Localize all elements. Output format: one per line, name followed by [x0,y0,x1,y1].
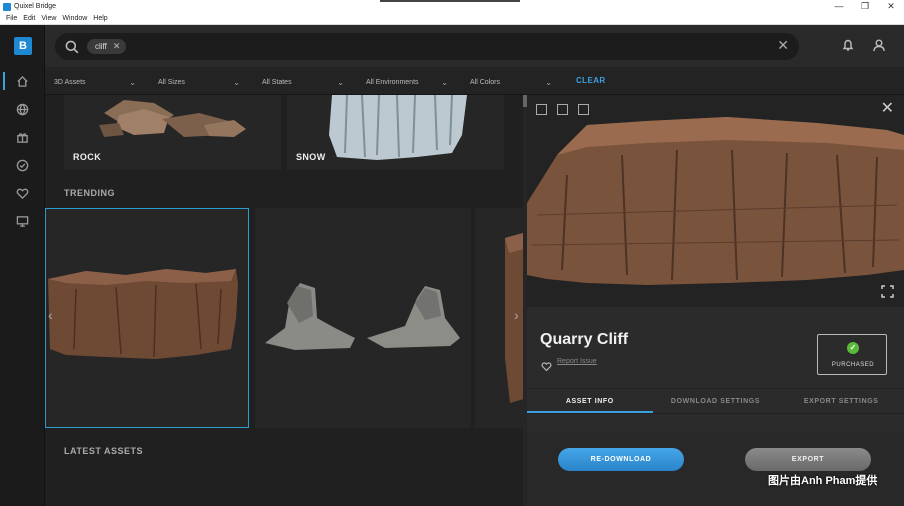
purchased-label: PURCHASED [831,362,875,368]
check-circle-icon [16,159,29,171]
chevron-down-icon: ⌄ [545,77,552,87]
redownload-button[interactable]: RE-DOWNLOAD [558,448,684,471]
menu-edit[interactable]: Edit [23,15,35,22]
asset-details-panel: ✕ Quarry Cliff Report Issue ✓ PURCHASED … [527,95,904,506]
filter-environments[interactable]: All Environments ⌄ [366,76,448,88]
category-label-rock: ROCK [73,152,102,162]
filter-asset-type-label: 3D Assets [54,78,86,86]
category-card-snow[interactable]: SNOW [287,95,504,170]
carousel-right-arrow-icon[interactable]: › [514,307,519,323]
filter-sizes-label: All Sizes [158,78,185,86]
trending-card-partial[interactable] [475,208,527,428]
search-icon [65,40,79,59]
nav-free[interactable] [0,126,45,148]
trending-card-quarry-cliff[interactable] [45,208,249,428]
report-issue-link[interactable]: Report Issue [557,358,597,365]
menu-file[interactable]: File [6,15,17,22]
filter-colors[interactable]: All Colors ⌄ [470,76,552,88]
bridge-logo-icon[interactable]: B [14,37,32,55]
chevron-down-icon: ⌄ [337,77,344,87]
category-label-snow: SNOW [296,152,326,162]
trending-card-rocks[interactable] [255,208,471,428]
close-details-icon[interactable]: ✕ [881,98,894,118]
view-columns-icon[interactable] [557,104,568,115]
nav-local[interactable] [0,210,45,232]
app-window: Quixel Bridge — ❐ ✕ File Edit View Windo… [0,0,904,506]
title-bar-divider [380,0,520,2]
window-controls: — ❐ ✕ [826,0,904,13]
maximize-button[interactable]: ❐ [852,0,878,13]
trending-title: TRENDING [64,188,115,198]
user-account-icon[interactable] [872,38,886,57]
partial-rock-thumbnail [505,233,527,403]
chevron-down-icon: ⌄ [233,77,240,87]
top-bar: cliff ✕ ✕ [45,25,904,67]
check-icon: ✓ [847,342,859,354]
menu-view[interactable]: View [41,15,56,22]
view-grid-icon[interactable] [536,104,547,115]
carousel-left-arrow-icon[interactable]: ‹ [48,307,53,323]
preview-view-modes [536,104,589,115]
title-bar: Quixel Bridge — ❐ ✕ [0,0,904,13]
home-icon [17,75,28,87]
window-title: Quixel Bridge [14,3,57,10]
search-chip[interactable]: cliff ✕ [87,39,127,54]
filter-states[interactable]: All States ⌄ [262,76,344,88]
filter-colors-label: All Colors [470,78,500,86]
clear-filters-button[interactable]: CLEAR [576,76,606,85]
clear-search-icon[interactable]: ✕ [777,37,789,54]
fullscreen-icon[interactable] [881,285,894,303]
search-bar[interactable]: cliff ✕ ✕ [55,33,799,60]
close-window-button[interactable]: ✕ [878,0,904,13]
rocks-thumbnail [265,283,460,350]
menu-bar: File Edit View Window Help [0,13,904,25]
details-tabs: ASSET INFO DOWNLOAD SETTINGS EXPORT SETT… [527,388,904,414]
quarry-cliff-thumbnail [48,269,238,359]
export-button[interactable]: EXPORT [745,448,871,471]
left-nav-rail: B [0,25,45,506]
filter-sizes[interactable]: All Sizes ⌄ [158,76,240,88]
watermark-text: 图片由Anh Pham提供 [768,475,878,487]
menu-window[interactable]: Window [62,15,87,22]
heart-icon [16,188,29,199]
quarry-cliff-preview-image [527,117,904,285]
gift-icon [17,132,28,143]
asset-title: Quarry Cliff [540,331,629,348]
monitor-icon [16,215,29,227]
app-logo-icon [3,2,11,11]
chevron-down-icon: ⌄ [129,77,136,87]
purchased-badge: ✓ PURCHASED [817,334,887,375]
nav-home[interactable] [0,70,45,92]
nav-browse[interactable] [0,98,45,120]
nav-favorites[interactable] [0,182,45,204]
tab-download-settings[interactable]: DOWNLOAD SETTINGS [653,389,779,413]
filter-environments-label: All Environments [366,78,419,86]
minimize-button[interactable]: — [826,0,852,13]
menu-help[interactable]: Help [93,15,107,22]
view-3d-icon[interactable] [578,104,589,115]
chevron-down-icon: ⌄ [441,77,448,87]
globe-icon [16,103,29,115]
asset-preview[interactable]: ✕ [527,95,904,307]
search-chip-label: cliff [95,42,107,51]
notifications-bell-icon[interactable] [841,38,855,57]
chip-remove-icon[interactable]: ✕ [113,41,121,52]
filter-bar: 3D Assets ⌄ All Sizes ⌄ All States ⌄ All En… [45,67,904,95]
tab-asset-info[interactable]: ASSET INFO [527,389,653,413]
category-card-rock[interactable]: ROCK [64,95,281,170]
tab-export-settings[interactable]: EXPORT SETTINGS [778,389,904,413]
browse-panel: ROCK SNOW TRENDING ‹ › LATEST ASSETS [45,95,527,506]
action-bar: RE-DOWNLOAD EXPORT 图片由Anh Pham提供 [527,432,904,506]
favorite-heart-icon[interactable] [541,359,552,377]
nav-purchased[interactable] [0,154,45,176]
filter-states-label: All States [262,78,292,86]
latest-assets-title: LATEST ASSETS [64,446,144,456]
filter-asset-type[interactable]: 3D Assets ⌄ [54,76,136,88]
